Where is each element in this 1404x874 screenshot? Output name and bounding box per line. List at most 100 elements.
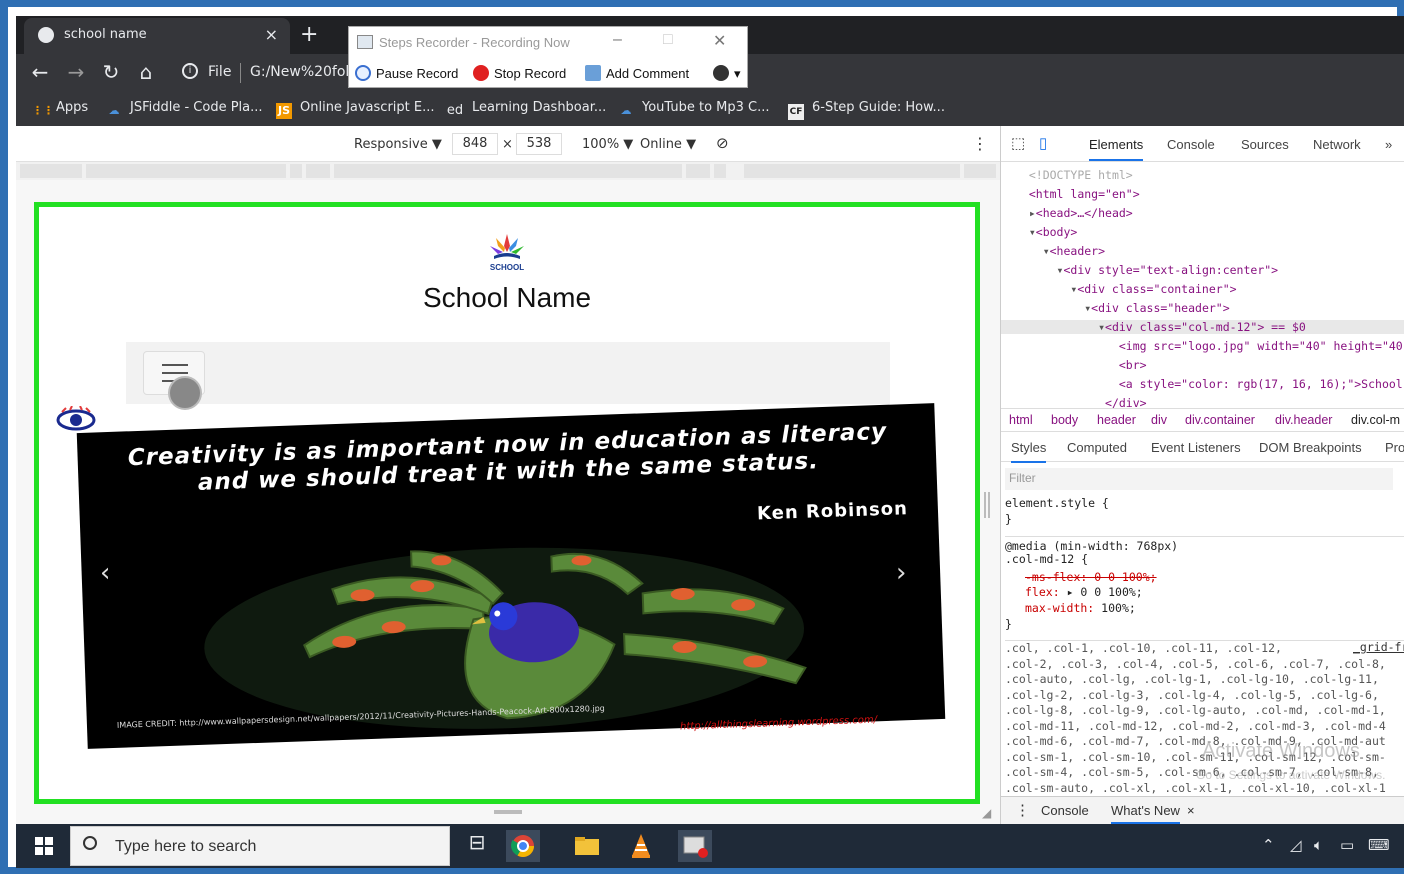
dom-node-line[interactable]: ▸<head>…</head> xyxy=(1015,206,1404,220)
selector-line: .col-auto, .col-lg, .col-lg-1, .col-lg-1… xyxy=(1005,672,1379,686)
ruler-segment[interactable] xyxy=(334,164,682,178)
ruler-segment[interactable] xyxy=(306,164,330,178)
address-bar[interactable]: i File G:/New%20fol xyxy=(170,59,350,87)
bookmark-youtube-mp3[interactable]: ☁ YouTube to Mp3 C... xyxy=(618,100,770,119)
file-explorer-icon[interactable] xyxy=(570,830,604,862)
ruler-segment[interactable] xyxy=(714,164,726,178)
bookmark-jsfiddle[interactable]: ☁ JSFiddle - Code Pla... xyxy=(106,100,263,119)
ruler-segment[interactable] xyxy=(86,164,286,178)
carousel-prev-button[interactable]: ‹ xyxy=(100,558,110,588)
stop-record-button[interactable]: Stop Record xyxy=(473,65,566,81)
css-property-overridden[interactable]: -ms-flex: 0 0 100%; xyxy=(1025,570,1404,584)
dom-node-line[interactable]: ▾<div style="text-align:center"> xyxy=(1015,263,1404,277)
resize-handle[interactable] xyxy=(494,810,522,814)
vlc-icon[interactable] xyxy=(624,830,658,862)
carousel-slide[interactable]: Creativity is as important now in educat… xyxy=(76,403,946,749)
dom-node-line[interactable]: ▾<div class="container"> xyxy=(1015,282,1404,296)
rotate-icon[interactable]: ⊘ xyxy=(716,134,729,152)
responsive-dropdown[interactable]: Responsive ▼ xyxy=(354,137,442,152)
task-view-icon[interactable]: ⊟ xyxy=(460,830,494,862)
dom-node-line[interactable]: <a style="color: rgb(17, 16, 16);">Schoo… xyxy=(1015,377,1404,391)
breadcrumb-item[interactable]: div.container xyxy=(1185,413,1255,427)
breadcrumb-item[interactable]: header xyxy=(1097,413,1136,427)
side-resize-handle[interactable] xyxy=(984,492,990,518)
bookmark-online-js[interactable]: JS Online Javascript E... xyxy=(276,100,435,119)
pause-record-button[interactable]: Pause Record xyxy=(355,65,458,81)
zoom-dropdown[interactable]: 100% ▼ xyxy=(582,137,633,152)
tab-console[interactable]: Console xyxy=(1167,137,1215,152)
url-text[interactable]: G:/New%20fol xyxy=(250,64,349,80)
ruler-segment[interactable] xyxy=(686,164,710,178)
network-throttle-dropdown[interactable]: Online ▼ xyxy=(640,137,696,152)
dom-node-line[interactable]: ▾<div class="col-md-12"> == $0 xyxy=(1001,320,1404,334)
ruler-segment[interactable] xyxy=(744,164,960,178)
breadcrumb-item[interactable]: div.header xyxy=(1275,413,1332,427)
more-options-icon[interactable]: ⋮ xyxy=(972,134,988,153)
close-icon[interactable]: ✕ xyxy=(713,31,726,51)
inspect-element-icon[interactable]: ⬚ xyxy=(1011,134,1025,152)
volume-icon[interactable]: 🔈︎ xyxy=(1314,836,1323,854)
network-icon[interactable]: ◿ xyxy=(1290,836,1302,854)
add-comment-button[interactable]: Add Comment xyxy=(585,65,689,81)
rule-selector[interactable]: .col-md-12 { xyxy=(1005,552,1404,566)
css-property-flex[interactable]: flex: ▸ 0 0 100%; xyxy=(1025,585,1404,599)
css-property-max-width[interactable]: max-width: 100%; xyxy=(1025,601,1404,615)
tab-close-button[interactable]: × xyxy=(265,25,278,44)
device-toggle-icon[interactable]: ▯ xyxy=(1039,134,1047,152)
more-tabs-icon[interactable]: » xyxy=(1385,137,1392,152)
tab-network[interactable]: Network xyxy=(1313,137,1361,152)
maximize-icon[interactable]: □ xyxy=(663,31,673,49)
school-name-link[interactable]: School Name xyxy=(380,282,634,314)
steps-recorder-icon[interactable] xyxy=(678,830,712,862)
ruler-segment[interactable] xyxy=(20,164,82,178)
forward-arrow-icon[interactable]: → xyxy=(64,60,88,84)
tab-sources[interactable]: Sources xyxy=(1241,137,1289,152)
tab-computed[interactable]: Computed xyxy=(1067,440,1127,455)
browser-tab[interactable]: school name × xyxy=(24,18,290,54)
dom-node-line[interactable]: <br> xyxy=(1015,358,1404,372)
home-icon[interactable]: ⌂ xyxy=(134,60,158,84)
reload-icon[interactable]: ↻ xyxy=(99,60,123,84)
dom-node-line[interactable]: ▾<body> xyxy=(1015,225,1404,239)
drawer-tab-console[interactable]: Console xyxy=(1041,803,1089,818)
drawer-tab-whats-new[interactable]: What's New xyxy=(1111,803,1180,824)
taskbar-search-box[interactable]: Type here to search xyxy=(70,826,450,866)
ruler-segment[interactable] xyxy=(290,164,302,178)
breadcrumb-item[interactable]: div.col-m xyxy=(1351,413,1400,427)
dom-node-line[interactable]: <!DOCTYPE html> xyxy=(1015,168,1404,182)
drawer-close-icon[interactable]: × xyxy=(1187,803,1195,818)
ruler-segment[interactable] xyxy=(964,164,996,178)
tab-dom-breakpoints[interactable]: DOM Breakpoints xyxy=(1259,440,1362,455)
media-query-ruler[interactable] xyxy=(16,162,1000,180)
info-icon[interactable]: i xyxy=(182,63,198,79)
dom-node-line[interactable]: ▾<header> xyxy=(1015,244,1404,258)
tab-styles[interactable]: Styles xyxy=(1011,440,1047,463)
minimize-icon[interactable]: – xyxy=(613,31,622,49)
breadcrumb-item[interactable]: body xyxy=(1051,413,1078,427)
battery-icon[interactable]: ▭ xyxy=(1340,836,1354,854)
styles-filter-input[interactable]: Filter xyxy=(1005,468,1393,490)
tab-elements[interactable]: Elements xyxy=(1089,137,1144,161)
carousel-next-button[interactable]: › xyxy=(896,558,906,588)
bookmark-6-step-guide[interactable]: CF 6-Step Guide: How... xyxy=(788,100,945,120)
viewport-width-input[interactable]: 848 xyxy=(452,133,498,155)
viewport-height-input[interactable]: 538 xyxy=(516,133,562,155)
bookmark-apps[interactable]: ⋮⋮ Apps xyxy=(32,100,88,119)
tab-event-listeners[interactable]: Event Listeners xyxy=(1151,440,1241,455)
bookmark-learning[interactable]: ed Learning Dashboar... xyxy=(446,100,606,119)
corner-resize-icon[interactable]: ◢ xyxy=(982,806,991,820)
drawer-menu-icon[interactable]: ⋮ xyxy=(1015,801,1030,819)
new-tab-button[interactable]: + xyxy=(300,22,318,47)
help-button[interactable]: ▾ xyxy=(713,65,741,82)
dom-node-line[interactable]: ▾<div class="header"> xyxy=(1015,301,1404,315)
back-arrow-icon[interactable]: ← xyxy=(28,60,52,84)
chrome-icon[interactable] xyxy=(506,830,540,862)
keyboard-icon[interactable]: ⌨ xyxy=(1368,836,1390,854)
breadcrumb-item[interactable]: div xyxy=(1151,413,1167,427)
dom-node-line[interactable]: <img src="logo.jpg" width="40" height="4… xyxy=(1015,339,1404,353)
tab-properties[interactable]: Pro xyxy=(1385,440,1404,455)
breadcrumb-item[interactable]: html xyxy=(1009,413,1033,427)
windows-start-icon[interactable] xyxy=(24,828,64,864)
dom-node-line[interactable]: <html lang="en"> xyxy=(1015,187,1404,201)
show-hidden-icons[interactable]: ⌃ xyxy=(1262,836,1275,854)
